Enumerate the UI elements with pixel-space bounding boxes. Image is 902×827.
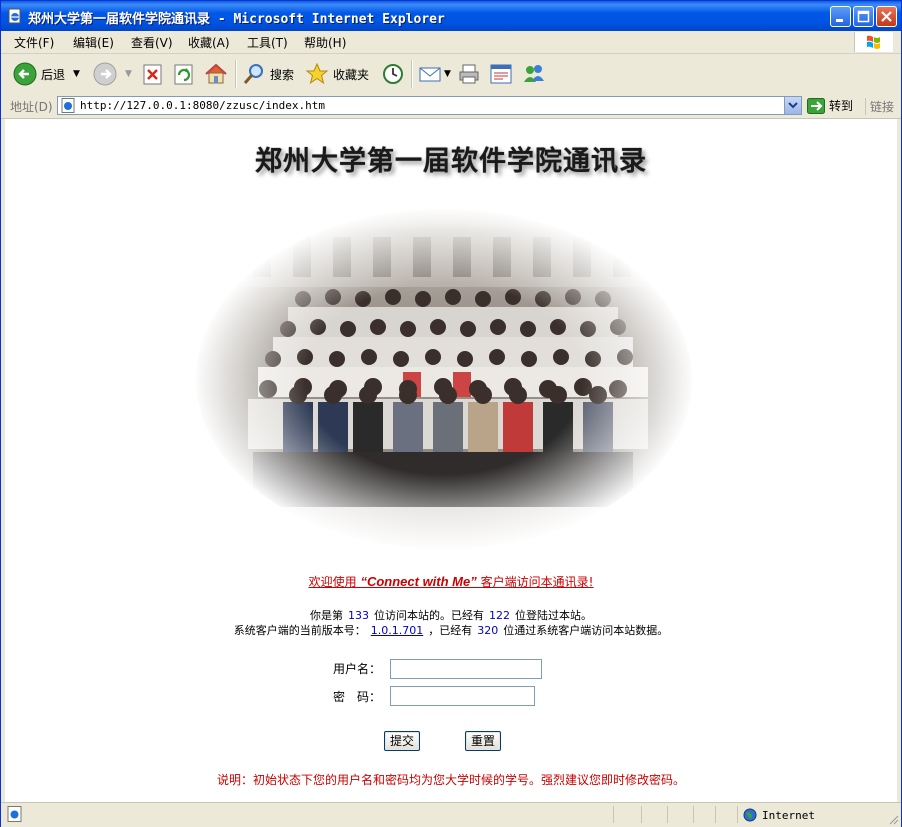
history-button[interactable] — [381, 60, 405, 88]
address-bar: 地址(D) http://127.0.0.1:8080/zzusc/index.… — [1, 94, 901, 119]
client-user-count: 320 — [477, 624, 499, 637]
password-label: 密 码： — [333, 690, 382, 704]
address-input[interactable]: http://127.0.0.1:8080/zzusc/index.htm — [57, 96, 802, 115]
chevron-down-icon — [788, 102, 798, 109]
username-input[interactable] — [390, 659, 542, 679]
stats-text: 位通过系统客户端访问本站数据。 — [503, 624, 669, 637]
username-label: 用户名： — [333, 662, 382, 676]
search-icon — [243, 64, 263, 84]
maximize-button[interactable] — [853, 6, 874, 27]
favorites-button[interactable]: 收藏夹 — [305, 60, 369, 88]
print-button[interactable] — [457, 60, 481, 88]
login-count: 122 — [489, 609, 510, 622]
printer-icon — [459, 64, 479, 84]
ie-page-icon — [8, 8, 21, 24]
page-status-icon — [7, 806, 22, 822]
forward-button[interactable]: ▼ — [93, 60, 132, 88]
ie-page-icon — [61, 98, 75, 113]
back-button[interactable]: 后退 ▼ — [13, 60, 80, 88]
welcome-suffix: 客户端访问本通讯录! — [480, 575, 594, 589]
menu-bar: 文件(F) 编辑(E) 查看(V) 收藏(A) 工具(T) 帮助(H) — [1, 31, 901, 54]
mail-button[interactable]: ▼ — [418, 60, 451, 88]
menu-view[interactable]: 查看(V) — [131, 34, 173, 51]
welcome-message[interactable]: 欢迎使用 “Connect with Me” 客户端访问本通讯录! — [5, 573, 897, 590]
visitor-count: 133 — [348, 609, 369, 622]
menu-help[interactable]: 帮助(H) — [304, 34, 346, 51]
page-title: 郑州大学第一届软件学院通讯录 — [255, 146, 647, 177]
standard-toolbar: 后退 ▼ ▼ 搜索 收藏夹 ▼ — [1, 54, 901, 95]
forward-arrow-icon — [93, 62, 117, 86]
links-toolbar[interactable]: 链接 — [865, 98, 894, 115]
reset-button[interactable]: 重置 — [465, 731, 501, 751]
close-icon — [881, 11, 892, 22]
forward-dropdown-icon[interactable]: ▼ — [125, 69, 132, 79]
client-brand-name: “Connect with Me” — [360, 574, 477, 589]
go-label: 转到 — [829, 99, 854, 113]
menu-favorites[interactable]: 收藏(A) — [188, 34, 230, 51]
menu-tools[interactable]: 工具(T) — [247, 34, 288, 51]
refresh-button[interactable] — [173, 60, 195, 88]
back-arrow-icon — [13, 62, 37, 86]
back-label: 后退 — [41, 67, 66, 82]
star-icon — [305, 62, 329, 85]
messenger-icon — [524, 65, 544, 82]
menu-file[interactable]: 文件(F) — [14, 34, 54, 51]
stats-text: 你是第 — [310, 609, 343, 622]
browser-window: 郑州大学第一届软件学院通讯录 - Microsoft Internet Expl… — [0, 0, 902, 827]
address-label: 地址(D) — [10, 100, 53, 114]
stats-text: 位登陆过本站。 — [515, 609, 592, 622]
edit-button[interactable] — [489, 60, 513, 88]
mail-dropdown-icon[interactable]: ▼ — [444, 69, 451, 79]
home-icon — [205, 63, 227, 84]
stats-text: ，已经有 — [428, 624, 473, 637]
stats-text: 位访问本站的。已经有 — [374, 609, 484, 622]
maximize-icon — [857, 10, 870, 23]
window-title: 郑州大学第一届软件学院通讯录 - Microsoft Internet Expl… — [28, 12, 445, 27]
security-zone: Internet — [743, 808, 815, 822]
minimize-button[interactable] — [830, 6, 851, 27]
zone-label: Internet — [762, 808, 815, 822]
password-note: 说明：初始状态下您的用户名和密码均为您大学时候的学号。强烈建议您即时修改密码。 — [216, 773, 685, 787]
windows-logo-icon — [854, 32, 893, 52]
page-content: 郑州大学第一届软件学院通讯录 欢迎使用 “Connect with Me” 客户… — [5, 119, 897, 802]
group-photo — [193, 207, 695, 552]
client-version-link[interactable]: 1.0.1.701 — [366, 624, 428, 637]
minimize-icon — [836, 19, 843, 22]
close-button[interactable] — [876, 6, 897, 27]
address-dropdown-button[interactable] — [784, 97, 801, 114]
home-button[interactable] — [204, 60, 228, 88]
stop-button[interactable] — [142, 60, 164, 88]
messenger-button[interactable] — [521, 60, 547, 88]
history-icon — [383, 64, 403, 84]
edit-page-icon — [490, 64, 512, 84]
visit-stats-line: 你是第 133 位访问本站的。已经有 122 位登陆过本站。 — [5, 607, 897, 623]
search-label: 搜索 — [270, 67, 295, 82]
resize-grip-icon[interactable] — [887, 813, 899, 825]
submit-button[interactable]: 提交 — [384, 731, 420, 751]
favorites-label: 收藏夹 — [333, 67, 370, 82]
refresh-icon — [174, 64, 193, 85]
go-button[interactable]: 转到 — [807, 97, 853, 114]
search-button[interactable]: 搜索 — [242, 60, 294, 88]
password-input[interactable] — [390, 686, 535, 706]
status-bar: Internet — [1, 802, 901, 827]
stop-icon — [143, 64, 162, 85]
back-dropdown-icon[interactable]: ▼ — [73, 69, 80, 79]
stats-text: 系统客户端的当前版本号： — [233, 624, 366, 637]
globe-icon — [743, 808, 757, 822]
client-stats-line: 系统客户端的当前版本号： 1.0.1.701 ，已经有 320 位通过系统客户端访问本站… — [5, 622, 897, 638]
menu-edit[interactable]: 编辑(E) — [73, 34, 114, 51]
title-bar[interactable]: 郑州大学第一届软件学院通讯录 - Microsoft Internet Expl… — [1, 1, 901, 31]
address-url: http://127.0.0.1:8080/zzusc/index.htm — [80, 99, 326, 112]
welcome-prefix: 欢迎使用 — [308, 575, 357, 589]
go-arrow-icon — [807, 97, 825, 114]
mail-icon — [419, 67, 441, 82]
